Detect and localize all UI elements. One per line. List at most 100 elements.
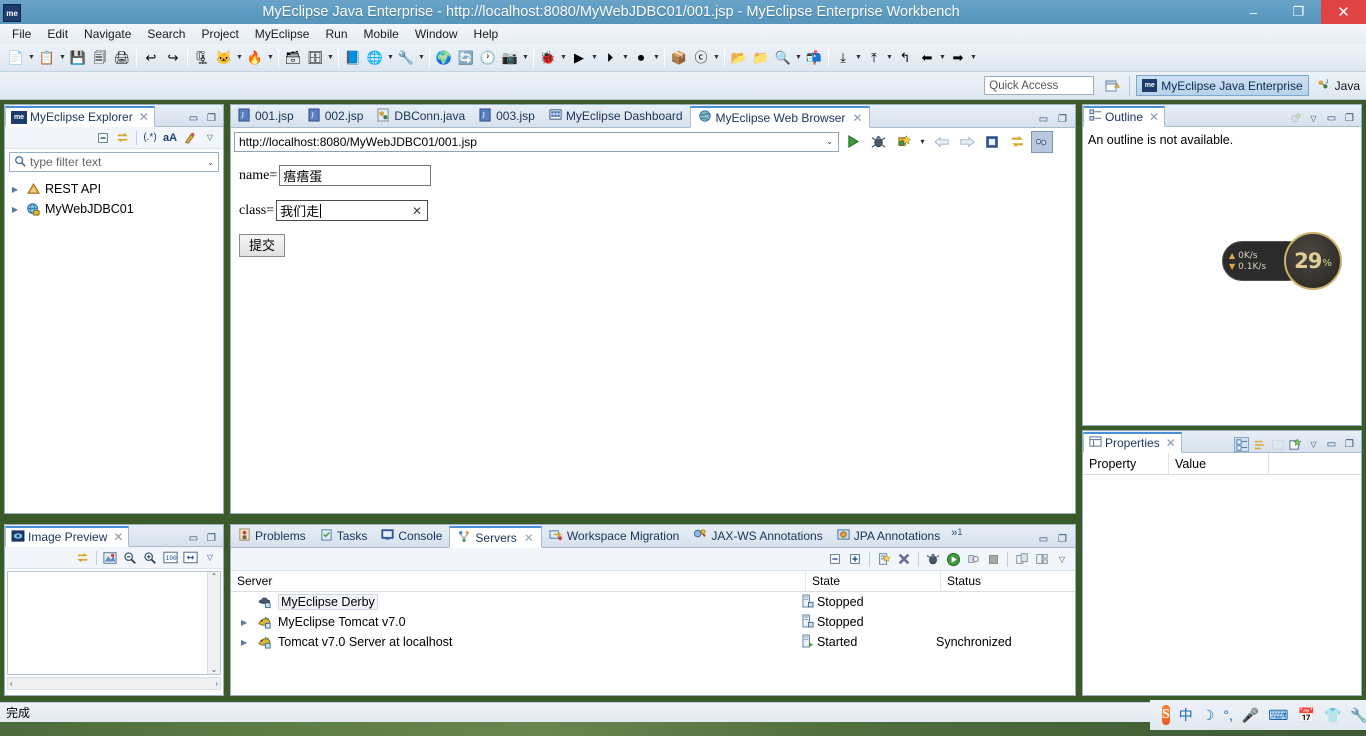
- debug-server-icon[interactable]: [924, 550, 942, 568]
- back-icon[interactable]: ⬅: [917, 48, 937, 68]
- view-menu-icon[interactable]: ▽: [1053, 550, 1071, 568]
- run-last-icon[interactable]: ⏵: [600, 48, 620, 68]
- perspective-java[interactable]: J Java: [1311, 75, 1366, 96]
- voice-input-icon[interactable]: 🎤: [1242, 707, 1259, 724]
- editor-tab-001-jsp[interactable]: J 001.jsp: [231, 105, 301, 127]
- editor-tab-002-jsp[interactable]: J 002.jsp: [301, 105, 371, 127]
- clear-input-icon[interactable]: ✕: [412, 204, 424, 218]
- run-tomcat-dropdown-icon[interactable]: ▼: [235, 48, 244, 68]
- perspective-myeclipse-java-enterprise[interactable]: me MyEclipse Java Enterprise: [1136, 75, 1309, 96]
- collapse-all-icon[interactable]: [826, 550, 844, 568]
- database-explorer-icon[interactable]: 🗃: [283, 48, 303, 68]
- punctuation-icon[interactable]: °,: [1223, 707, 1233, 723]
- soft-keyboard-icon[interactable]: ⌨: [1268, 707, 1288, 724]
- column-header-state[interactable]: State: [806, 570, 941, 592]
- new-dropdown-icon[interactable]: ▼: [27, 48, 36, 68]
- bottom-tab-jpa-annotations[interactable]: JPA Annotations: [830, 525, 948, 547]
- input-mode-chinese-icon[interactable]: 中: [1179, 705, 1193, 725]
- zoom-in-icon[interactable]: [141, 549, 159, 567]
- print-icon[interactable]: 🖨: [112, 48, 132, 68]
- close-icon[interactable]: ✕: [852, 111, 862, 125]
- maximize-icon[interactable]: ❐: [1342, 437, 1357, 452]
- run-as-dropdown-icon[interactable]: ▾: [917, 131, 928, 153]
- history-icon[interactable]: 🕐: [478, 48, 498, 68]
- new-wizard-icon[interactable]: 📋: [37, 48, 57, 68]
- sogou-logo-icon[interactable]: S: [1162, 705, 1170, 725]
- minimize-icon[interactable]: ▭: [186, 111, 201, 126]
- new-java-package-icon[interactable]: 📦: [669, 48, 689, 68]
- fit-page-icon[interactable]: [181, 549, 199, 567]
- maximize-icon[interactable]: ❐: [1342, 111, 1357, 126]
- table-row[interactable]: ▶ Tomcat v7.0 Server at localhost Started S…: [231, 632, 1075, 652]
- minimize-icon[interactable]: ▭: [186, 531, 201, 546]
- restore-button[interactable]: ❐: [1276, 0, 1321, 24]
- column-header-server[interactable]: Server: [231, 570, 806, 592]
- show-categories-icon[interactable]: [1234, 437, 1249, 452]
- minimize-icon[interactable]: ▭: [1324, 437, 1339, 452]
- expand-arrow-icon[interactable]: ▶: [241, 638, 253, 647]
- view-menu-icon[interactable]: ▽: [1306, 111, 1321, 126]
- menu-item-run[interactable]: Run: [317, 25, 355, 43]
- open-resource-icon[interactable]: 📁: [751, 48, 771, 68]
- open-browser-icon[interactable]: 🌍: [434, 48, 454, 68]
- minimize-icon[interactable]: ▭: [1036, 532, 1051, 547]
- bottom-tab-jax-ws-annotations[interactable]: JAX-WS Annotations: [686, 525, 829, 547]
- run-tomcat-icon[interactable]: 🐱: [214, 48, 234, 68]
- open-external-browser-icon[interactable]: [1031, 130, 1053, 153]
- close-icon[interactable]: ✕: [113, 530, 123, 544]
- sync-icon[interactable]: [74, 549, 92, 567]
- debug-icon[interactable]: 🐞: [538, 48, 558, 68]
- class-input[interactable]: 我们走 ✕: [276, 200, 429, 221]
- explorer-tree-item[interactable]: ▶ REST API: [9, 179, 223, 199]
- expand-arrow-icon[interactable]: ▶: [9, 205, 21, 214]
- close-icon[interactable]: ✕: [139, 110, 149, 124]
- editor-tab-myeclipse-web-browser[interactable]: MyEclipse Web Browser ✕: [689, 106, 871, 128]
- open-type-icon[interactable]: 📂: [729, 48, 749, 68]
- editor-tab-myeclipse-dashboard[interactable]: MyEclipse Dashboard: [542, 105, 690, 127]
- minimize-icon[interactable]: ▭: [1324, 111, 1339, 126]
- previous-annotation-dropdown-icon[interactable]: ▼: [885, 48, 894, 68]
- collapse-all-icon[interactable]: [94, 129, 112, 147]
- coverage-icon[interactable]: ⏺: [631, 48, 651, 68]
- run-icon[interactable]: ▶: [569, 48, 589, 68]
- view-menu-icon[interactable]: ▽: [201, 129, 219, 147]
- new-server-icon[interactable]: [875, 550, 893, 568]
- chevron-down-icon[interactable]: ⌄: [826, 137, 836, 146]
- run-dropdown-icon[interactable]: ▼: [590, 48, 599, 68]
- stop-icon[interactable]: [981, 131, 1003, 153]
- search-icon[interactable]: 🔍: [773, 48, 793, 68]
- table-row[interactable]: MyEclipse Derby Stopped: [231, 592, 1075, 612]
- expand-all-icon[interactable]: [846, 550, 864, 568]
- refresh-icon[interactable]: 🔄: [456, 48, 476, 68]
- web-project-icon[interactable]: 🌐: [365, 48, 385, 68]
- quick-access-input[interactable]: Quick Access: [984, 76, 1095, 95]
- view-menu-icon[interactable]: ▽: [1306, 437, 1321, 452]
- web-service-dropdown-icon[interactable]: ▼: [417, 48, 426, 68]
- minimize-button[interactable]: –: [1231, 0, 1276, 24]
- last-edit-icon[interactable]: ↰: [895, 48, 915, 68]
- previous-annotation-icon[interactable]: ⤒: [864, 48, 884, 68]
- tab-properties[interactable]: Properties ✕: [1083, 432, 1182, 453]
- browser-url-input[interactable]: http://localhost:8080/MyWebJDBC01/001.js…: [234, 131, 839, 152]
- forward-dropdown-icon[interactable]: ▼: [969, 48, 978, 68]
- web-service-icon[interactable]: 🔧: [396, 48, 416, 68]
- web-project-dropdown-icon[interactable]: ▼: [386, 48, 395, 68]
- run-as-icon[interactable]: [892, 131, 914, 153]
- bottom-tab-workspace-migration[interactable]: Workspace Migration: [542, 525, 687, 547]
- view-menu-icon[interactable]: ▽: [201, 549, 219, 567]
- open-perspective-icon[interactable]: [1101, 75, 1123, 97]
- tab-outline[interactable]: Outline ✕: [1083, 106, 1166, 127]
- back-dropdown-icon[interactable]: ▼: [938, 48, 947, 68]
- maximize-icon[interactable]: ❐: [1055, 112, 1070, 127]
- menu-item-help[interactable]: Help: [466, 25, 507, 43]
- myeclipse-servers-icon[interactable]: 🔥: [245, 48, 265, 68]
- new-wizard-dropdown-icon[interactable]: ▼: [58, 48, 67, 68]
- tab-overflow-indicator[interactable]: » 1: [947, 525, 968, 547]
- new-icon[interactable]: 📄: [6, 48, 26, 68]
- redo-icon[interactable]: ↪: [163, 48, 183, 68]
- menu-item-mobile[interactable]: Mobile: [356, 25, 407, 43]
- undo-icon[interactable]: ↩: [141, 48, 161, 68]
- focus-icon[interactable]: [1288, 111, 1303, 126]
- snapshot-icon[interactable]: 📷: [500, 48, 520, 68]
- refresh-icon[interactable]: [1006, 131, 1028, 153]
